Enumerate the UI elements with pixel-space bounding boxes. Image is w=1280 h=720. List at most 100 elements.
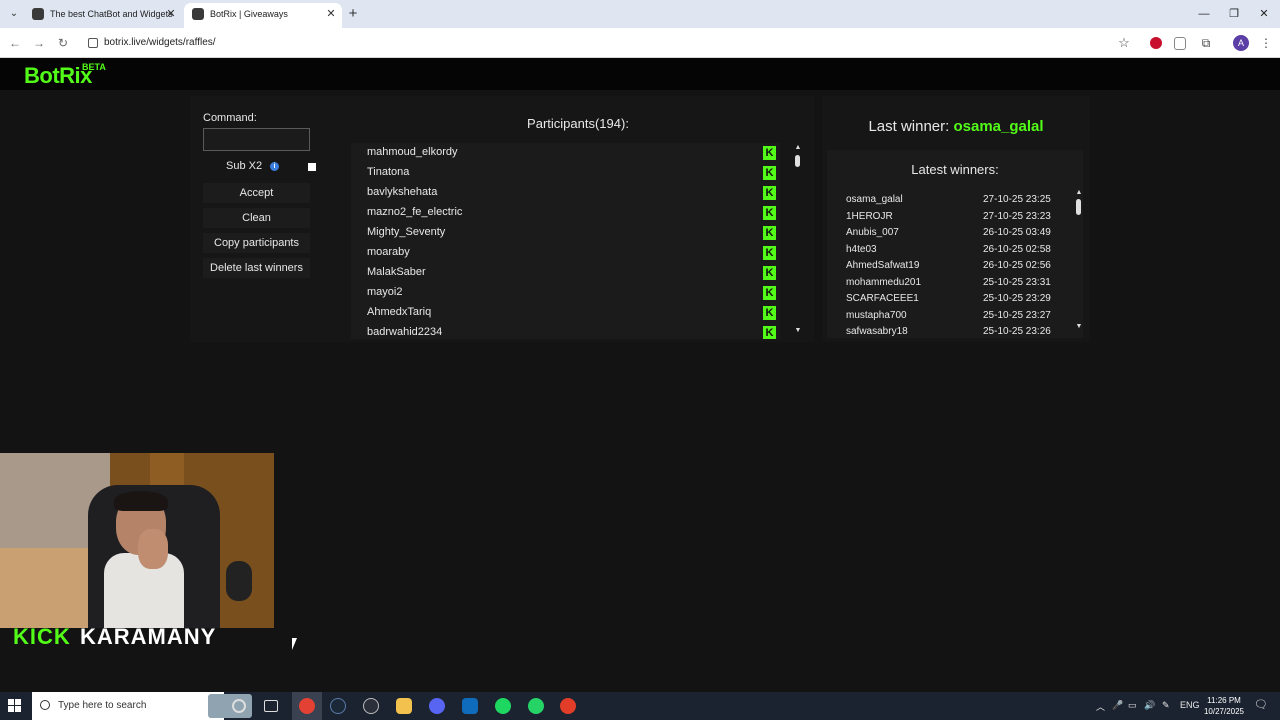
winners-scrollbar[interactable]: ▲ ▼	[1074, 188, 1083, 334]
url-text: botrix.live/widgets/raffles/	[104, 37, 216, 48]
participant-row: MalakSaber K	[351, 263, 780, 283]
whatsapp-icon[interactable]	[528, 698, 544, 714]
clock-date: 10/27/2025	[1203, 707, 1245, 716]
volume-icon[interactable]: 🔊	[1144, 700, 1155, 711]
network-icon[interactable]: ▭	[1128, 700, 1137, 711]
back-icon[interactable]: ←	[6, 34, 24, 52]
winner-date: 26-10-25 03:49	[983, 227, 1051, 238]
restore-icon[interactable]: ❐	[1218, 0, 1250, 28]
outlook-icon[interactable]	[462, 698, 478, 714]
accept-button[interactable]: Accept	[203, 183, 310, 203]
last-winner-name: osama_galal	[953, 118, 1044, 135]
url-bar[interactable]: botrix.live/widgets/raffles/	[80, 32, 1140, 54]
winner-date: 25-10-25 23:29	[983, 293, 1051, 304]
kick-platform-icon: K	[763, 266, 776, 280]
sub-x2-checkbox[interactable]	[308, 163, 316, 171]
winner-row: safwasabry18 25-10-25 23:26	[827, 324, 1067, 338]
tab-search-icon[interactable]: ⌄	[6, 6, 22, 22]
winner-date: 25-10-25 23:31	[983, 276, 1051, 288]
discord-icon[interactable]	[429, 698, 445, 714]
profile-avatar-icon[interactable]: A	[1233, 35, 1249, 51]
reload-icon[interactable]: ↻	[54, 34, 72, 52]
notifications-icon[interactable]: 🗨	[1254, 698, 1268, 711]
kick-platform-icon: K	[763, 206, 776, 220]
scroll-down-icon[interactable]: ▼	[1074, 322, 1083, 332]
opera-extension-icon[interactable]	[1150, 37, 1162, 49]
sub-x2-label: Sub X2	[226, 160, 263, 172]
latest-winners-title: Latest winners:	[911, 162, 999, 177]
copy-participants-button[interactable]: Copy participants	[203, 233, 310, 253]
scroll-thumb[interactable]	[1076, 199, 1081, 215]
participants-scrollbar[interactable]: ▲ ▼	[793, 143, 803, 336]
winner-name: AhmedSafwat19	[846, 260, 920, 271]
winner-row: osama_galal 27-10-25 23:25	[827, 192, 1067, 208]
new-tab-icon[interactable]: +	[344, 3, 362, 25]
beta-badge: BETA	[82, 62, 106, 72]
minimize-icon[interactable]: —	[1188, 0, 1220, 28]
chrome-icon[interactable]	[299, 698, 315, 714]
tab-botrix-giveaways[interactable]: BotRix | Giveaways ✕	[184, 3, 342, 28]
raffle-panel: Command: Sub X2 i Accept Clean Copy part…	[190, 96, 814, 342]
recording-app-icon[interactable]	[560, 698, 576, 714]
participant-name: AhmedxTariq	[367, 306, 432, 318]
kick-brand-text: KICK	[13, 624, 71, 649]
shield-extension-icon[interactable]	[1174, 37, 1186, 50]
steam-icon[interactable]	[330, 698, 346, 714]
clock-time: 11:26 PM	[1207, 696, 1241, 705]
tab-title: BotRix | Giveaways	[210, 9, 288, 19]
participant-name: MalakSaber	[367, 266, 426, 278]
participant-name: badrwahid2234	[367, 326, 443, 338]
delete-last-winners-button[interactable]: Delete last winners	[203, 258, 310, 278]
windows-start-icon[interactable]	[8, 699, 22, 713]
participant-row: moaraby K	[351, 243, 780, 263]
taskbar-clock[interactable]: 11:26 PM 10/27/2025	[1198, 695, 1250, 717]
clean-button[interactable]: Clean	[203, 208, 310, 228]
participant-row: mazno2_fe_electric K	[351, 203, 780, 223]
participant-row: mahmoud_elkordy K	[351, 143, 780, 163]
windows-taskbar: Type here to search ︿ 🎤 ▭ 🔊 ✎ ENG 11:26 …	[0, 692, 1280, 720]
command-input[interactable]	[203, 128, 310, 151]
browser-menu-icon[interactable]: ⋮	[1258, 35, 1274, 51]
botrix-favicon-icon	[192, 8, 204, 20]
forward-icon[interactable]: →	[30, 34, 48, 52]
language-indicator[interactable]: ENG	[1180, 700, 1200, 710]
info-icon[interactable]: i	[270, 162, 279, 171]
tray-chevron-icon[interactable]: ︿	[1096, 700, 1105, 713]
participant-row: mayoi2 K	[351, 283, 780, 303]
close-tab-icon[interactable]: ✕	[324, 3, 338, 25]
last-winner-label: Last winner:	[868, 118, 950, 135]
kick-platform-icon: K	[763, 246, 776, 260]
scroll-up-icon[interactable]: ▲	[793, 143, 803, 153]
game-launcher-icon[interactable]	[363, 698, 379, 714]
participants-title: Participants(194):	[527, 116, 629, 131]
participant-name: mazno2_fe_electric	[367, 206, 463, 218]
winner-name: h4te03	[846, 243, 877, 255]
participants-list[interactable]: mahmoud_elkordy K Tinatona K bavlyksheha…	[351, 143, 780, 339]
kick-platform-icon: K	[763, 226, 776, 240]
scroll-up-icon[interactable]: ▲	[1074, 188, 1083, 198]
taskbar-search-box[interactable]: Type here to search	[32, 692, 252, 720]
kick-platform-icon: K	[763, 326, 776, 339]
cortana-icon[interactable]	[232, 699, 246, 713]
webcam-person-hand	[138, 529, 168, 569]
pen-icon[interactable]: ✎	[1162, 700, 1170, 711]
streamer-name-text: KARAMANY	[80, 624, 217, 649]
participant-name: bavlykshehata	[367, 186, 438, 198]
close-window-icon[interactable]: ✕	[1248, 0, 1280, 28]
task-view-icon[interactable]	[264, 700, 278, 712]
latest-winners-box[interactable]: Latest winners: osama_galal 27-10-25 23:…	[827, 150, 1083, 338]
bookmark-star-icon[interactable]: ☆	[1116, 35, 1132, 51]
extensions-puzzle-icon[interactable]: ⧉	[1198, 35, 1214, 51]
kick-platform-icon: K	[763, 166, 776, 180]
file-explorer-icon[interactable]	[396, 698, 412, 714]
last-winner: Last winner: osama_galal	[822, 118, 1090, 135]
close-tab-icon[interactable]: ✕	[164, 3, 178, 25]
tab-chatbot-widgets[interactable]: The best ChatBot and Widgets ✕	[24, 3, 182, 28]
webcam-microphone	[226, 561, 252, 601]
scroll-down-icon[interactable]: ▼	[793, 326, 803, 336]
winner-date: 27-10-25 23:23	[983, 210, 1051, 222]
site-info-icon[interactable]	[88, 38, 98, 48]
microphone-icon[interactable]: 🎤	[1112, 700, 1123, 711]
scroll-thumb[interactable]	[795, 155, 800, 167]
spotify-icon[interactable]	[495, 698, 511, 714]
